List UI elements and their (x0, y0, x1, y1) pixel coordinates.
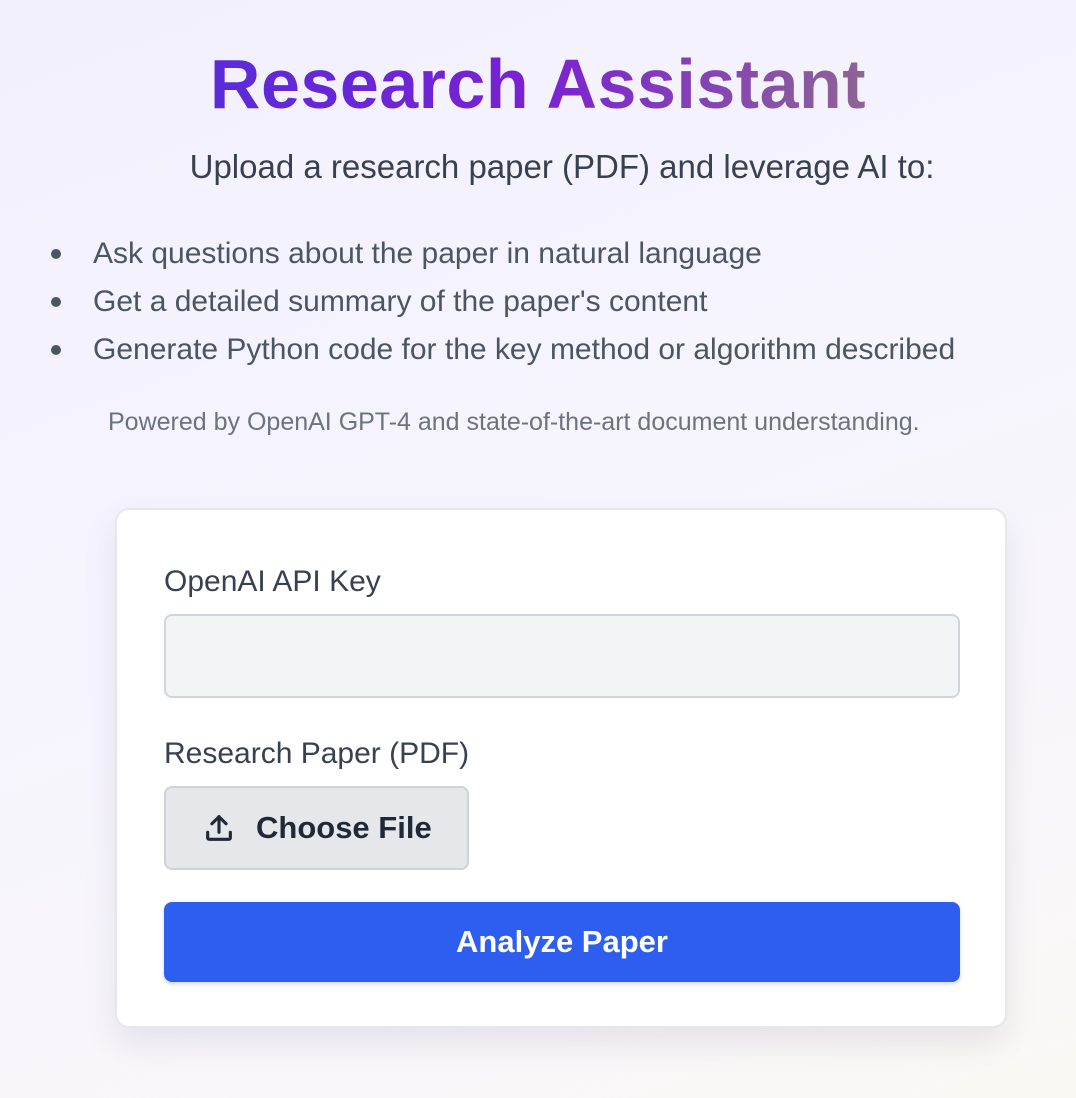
upload-icon (202, 811, 236, 845)
bullet-icon (51, 249, 61, 259)
feature-list: Ask questions about the paper in natural… (48, 230, 955, 374)
upload-form-card: OpenAI API Key Research Paper (PDF) Choo… (115, 508, 1007, 1028)
choose-file-button[interactable]: Choose File (164, 786, 469, 870)
pdf-label: Research Paper (PDF) (164, 737, 470, 770)
feature-item: Ask questions about the paper in natural… (48, 230, 955, 278)
page-subtitle: Upload a research paper (PDF) and levera… (189, 148, 935, 185)
choose-file-label: Choose File (256, 810, 432, 845)
feature-text: Generate Python code for the key method … (93, 333, 956, 366)
analyze-paper-button[interactable]: Analyze Paper (164, 902, 960, 982)
feature-item: Generate Python code for the key method … (48, 326, 955, 374)
powered-by-note: Powered by OpenAI GPT-4 and state-of-the… (108, 408, 920, 436)
page-title-text: Research Assistant (209, 45, 867, 123)
feature-item: Get a detailed summary of the paper's co… (48, 278, 955, 326)
bullet-icon (51, 297, 61, 307)
api-key-label: OpenAI API Key (164, 565, 381, 598)
feature-text: Ask questions about the paper in natural… (93, 237, 762, 270)
api-key-input[interactable] (164, 614, 960, 698)
feature-text: Get a detailed summary of the paper's co… (93, 285, 708, 318)
bullet-icon (51, 345, 61, 355)
page-title: Research Assistant (0, 42, 1076, 126)
